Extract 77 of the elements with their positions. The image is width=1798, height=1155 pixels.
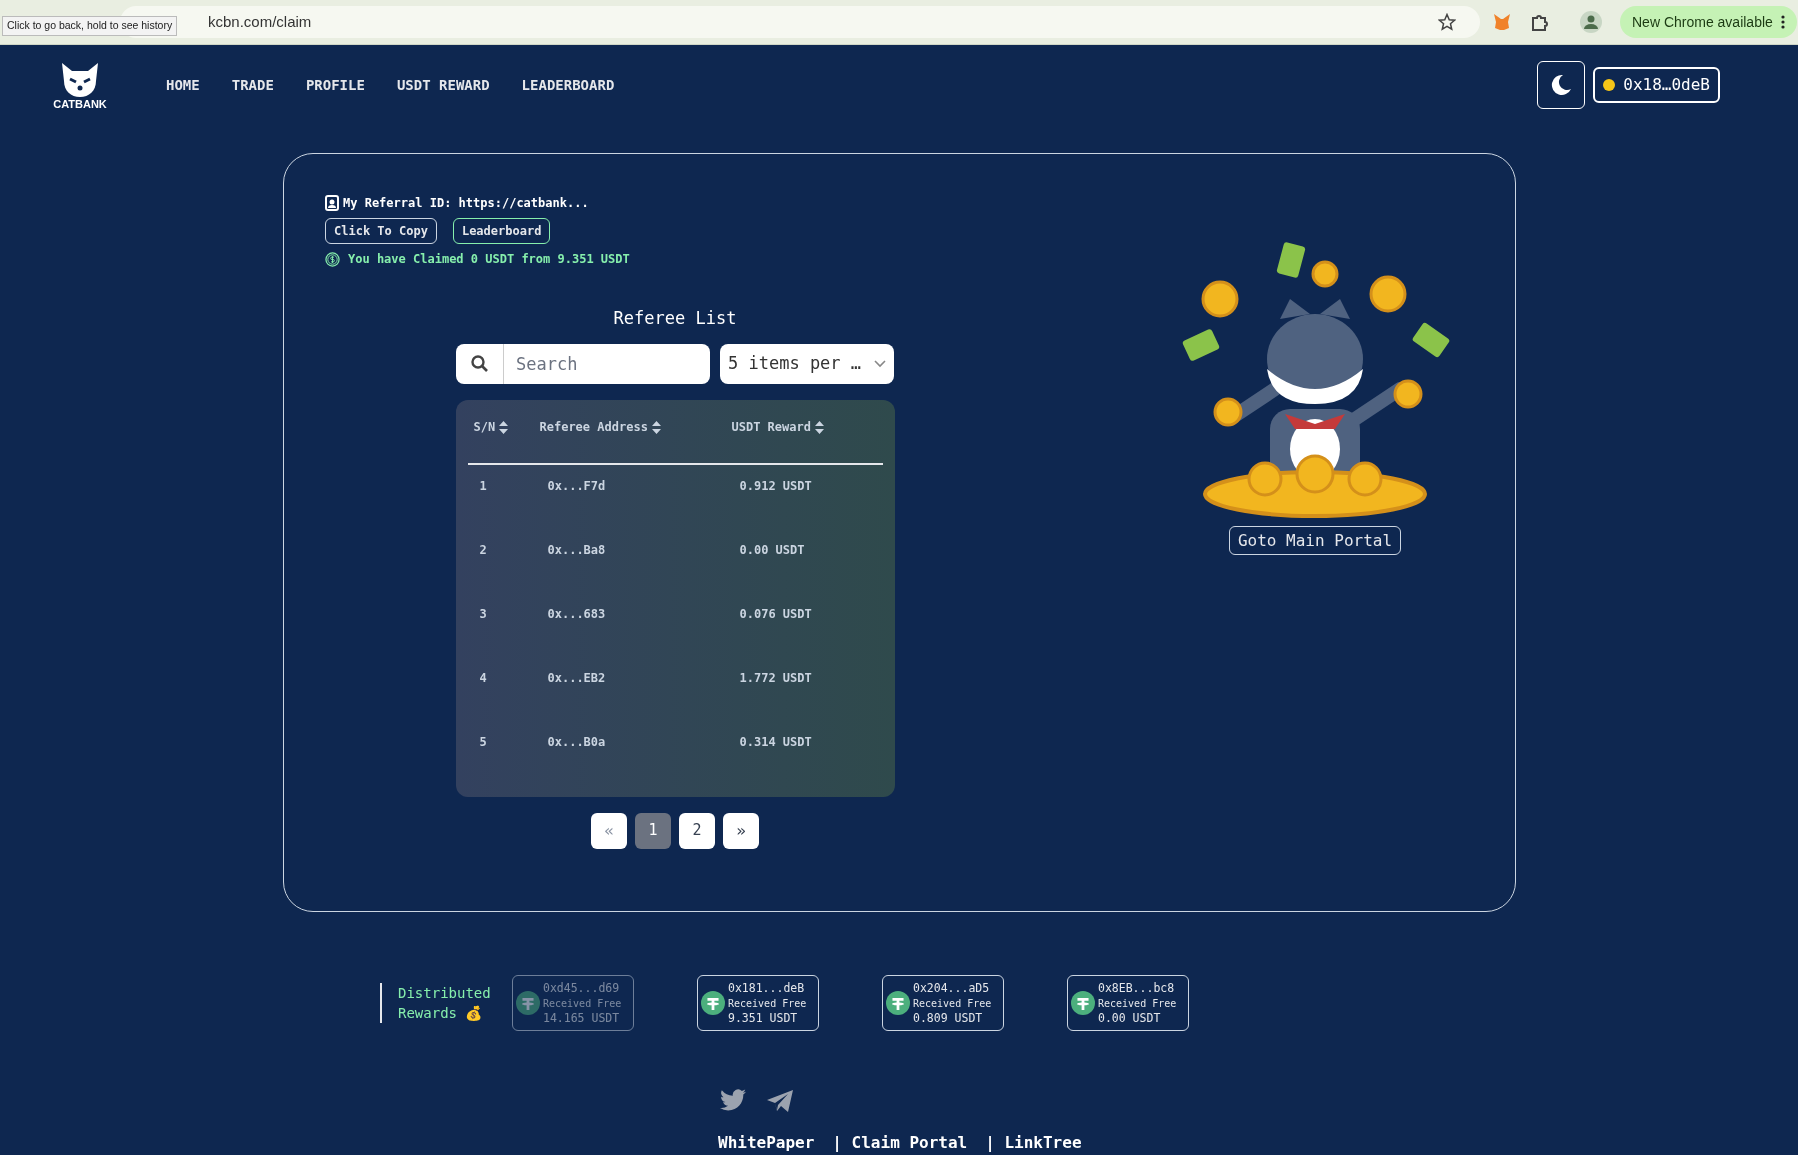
reward-label: Received Free (728, 996, 807, 1011)
page-button[interactable]: 2 (679, 812, 715, 849)
telegram-icon[interactable] (766, 1089, 794, 1113)
bookmark-star-icon[interactable] (1438, 13, 1456, 31)
theme-toggle-button[interactable] (1537, 61, 1586, 109)
distributed-rewards-label: Distributed Rewards 💰 (398, 984, 492, 1023)
more-icon[interactable] (1780, 15, 1785, 29)
reward-amount: 9.351 USDT (728, 1010, 799, 1026)
footer-link[interactable]: | Claim Portal (832, 1131, 968, 1155)
table-cell-text: 2 (478, 541, 488, 559)
nav-link[interactable]: USDT REWARD (396, 74, 490, 96)
table-cell-text: 0x...EB2 (547, 669, 607, 687)
table-cell-text: 0.076 USDT (739, 605, 812, 623)
tooltip: Click to go back, hold to see history (2, 16, 178, 36)
search-button[interactable] (456, 343, 504, 384)
sort-icon (651, 420, 661, 434)
reward-address: 0x8EB...bc8 (1098, 980, 1176, 996)
search-icon (471, 355, 488, 372)
moon-icon (1549, 73, 1574, 97)
table-cell-text: 0x...B0a (547, 733, 607, 751)
table-cell-text: 4 (478, 669, 488, 687)
table-cell-text: 0x...F7d (547, 477, 607, 495)
reward-amount: 0.00 USDT (1098, 1010, 1162, 1026)
table-cell-text: 5 (478, 733, 488, 751)
claimed-status-text: You have Claimed 0 USDT from 9.351 USDT (348, 251, 630, 268)
column-header[interactable]: Referee Address (539, 417, 732, 463)
reward-address: 0x204...aD5 (913, 980, 991, 996)
copy-button[interactable]: Click To Copy (325, 218, 437, 244)
table-cell-text: 3 (478, 605, 488, 623)
search-field[interactable]: Search (504, 343, 710, 384)
table-cell-text: 0.00 USDT (739, 541, 805, 559)
leaderboard-button[interactable]: Leaderboard (452, 218, 551, 244)
sort-icon (499, 420, 509, 434)
footer-link[interactable]: | LinkTree (985, 1131, 1082, 1155)
reward-address: 0xd45...d69 (543, 980, 621, 996)
tether-icon (516, 991, 540, 1015)
nav-link[interactable]: LEADERBOARD (521, 74, 615, 96)
nav-link[interactable]: PROFILE (305, 74, 365, 96)
coin-icon (1603, 79, 1616, 91)
money-bag-icon: 💰 (465, 1005, 483, 1021)
table-cell-text: 1.772 USDT (739, 669, 812, 687)
reward-address: 0x181...deB (728, 980, 806, 996)
main-portal-button[interactable]: Goto Main Portal (1228, 526, 1402, 555)
tether-icon (1071, 991, 1095, 1015)
reward-label: Received Free (1098, 996, 1177, 1011)
twitter-icon[interactable] (720, 1089, 746, 1111)
list-title: Referee List (613, 307, 737, 330)
id-badge-icon (325, 195, 339, 211)
reward-label: Received Free (913, 996, 992, 1011)
wallet-button[interactable]: 0x18…0deB (1593, 67, 1720, 103)
table-cell-text: 0x...683 (547, 605, 607, 623)
reward-amount: 0.809 USDT (913, 1010, 984, 1026)
nav-link[interactable]: HOME (166, 74, 200, 96)
logo-text: CATBANK (53, 98, 107, 110)
table-cell-text: 1 (478, 477, 488, 495)
dollar-coin-icon (325, 251, 340, 267)
footer-link[interactable]: WhitePaper (718, 1131, 815, 1155)
table-cell-text: 0x...Ba8 (547, 541, 607, 559)
column-header[interactable]: S/N (467, 417, 540, 463)
tether-icon (701, 991, 725, 1015)
page-button[interactable]: 1 (635, 812, 671, 849)
reward-label: Received Free (543, 996, 622, 1011)
url-text: kcbn.com/claim (208, 11, 312, 32)
chevron-down-icon (874, 359, 886, 368)
column-header[interactable]: USDT Reward (731, 417, 872, 463)
extensions-icon[interactable] (1530, 12, 1550, 32)
reward-amount: 14.165 USDT (543, 1010, 621, 1026)
items-per-page-select[interactable]: 5 items per … (720, 343, 894, 384)
update-button[interactable]: New Chrome available (1620, 6, 1797, 38)
last-page-button[interactable]: » (723, 812, 759, 849)
sort-icon (815, 420, 824, 434)
referral-id-text: My Referral ID: https://catbank... (343, 195, 589, 212)
nav-link[interactable]: TRADE (231, 74, 274, 96)
table-cell-text: 0.912 USDT (739, 477, 812, 495)
table-cell-text: 0.314 USDT (739, 733, 812, 751)
profile-icon[interactable] (1580, 11, 1602, 33)
tether-icon (886, 991, 910, 1015)
